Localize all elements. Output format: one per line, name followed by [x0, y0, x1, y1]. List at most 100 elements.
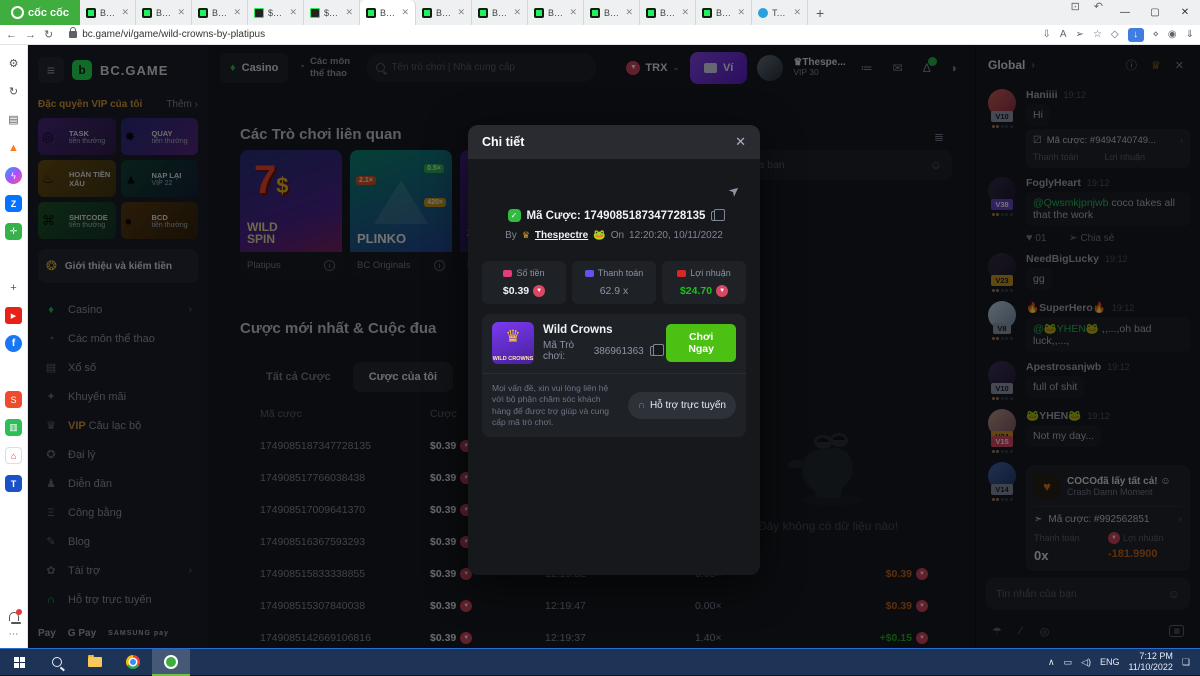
- tab-close-icon[interactable]: ✕: [457, 7, 465, 18]
- tab-close-icon[interactable]: ✕: [289, 7, 297, 18]
- reading-list-icon[interactable]: ▤: [5, 111, 22, 128]
- tab-close-icon[interactable]: ✕: [513, 7, 521, 18]
- taskbar-clock[interactable]: 7:12 PM 11/10/2022: [1129, 651, 1173, 674]
- notification-center-icon[interactable]: ❏: [1182, 657, 1190, 668]
- language-indicator[interactable]: ENG: [1100, 657, 1120, 667]
- bet-stat: Lợi nhuận $24.70▼: [662, 261, 746, 304]
- address-bar[interactable]: bc.game/vi/game/wild-crowns-by-platipus: [61, 29, 1034, 40]
- browser-tab[interactable]: BC.Game ✕: [80, 0, 136, 25]
- browser-toolbar: ← → ↻ bc.game/vi/game/wild-crowns-by-pla…: [0, 25, 1200, 45]
- tiki-icon[interactable]: T: [5, 475, 22, 492]
- messenger-icon[interactable]: ϟ: [5, 167, 22, 184]
- browser-tab[interactable]: $4.000 T ✕: [304, 0, 360, 25]
- add-shortcut-icon[interactable]: +: [5, 279, 22, 296]
- tab-close-icon[interactable]: ✕: [793, 7, 801, 18]
- stat-icon: [585, 270, 594, 277]
- chrome-button[interactable]: [114, 649, 152, 676]
- tab-favicon: [758, 8, 768, 18]
- browser-tab-strip: cốc cốc BC.Game ✕ BC.G ◄) ✕ BC.Game ✕: [0, 0, 1200, 25]
- browser-tab[interactable]: BC.Game ✕: [528, 0, 584, 25]
- window-restore-button[interactable]: ▢: [1140, 0, 1170, 25]
- coccoc-clock-icon: [11, 6, 24, 19]
- education-icon[interactable]: ⌂: [5, 447, 22, 464]
- bookmark-star-icon[interactable]: ☆: [1093, 29, 1102, 40]
- share-icon[interactable]: ➢: [1076, 29, 1084, 40]
- translate-icon[interactable]: A: [1060, 29, 1067, 40]
- app-green-icon[interactable]: ▥: [5, 419, 22, 436]
- browser-tab[interactable]: BC.Game ✕: [360, 0, 416, 25]
- extensions-icon[interactable]: ⋄: [1153, 29, 1159, 40]
- game-thumbnail[interactable]: ♛WILD CROWNS: [492, 322, 534, 364]
- url-text: bc.game/vi/game/wild-crowns-by-platipus: [82, 29, 265, 40]
- copy-icon[interactable]: [650, 346, 658, 356]
- forward-icon[interactable]: →: [25, 29, 36, 41]
- history-icon[interactable]: ↻: [5, 83, 22, 100]
- tab-close-icon[interactable]: ✕: [625, 7, 633, 18]
- start-button[interactable]: [0, 649, 38, 676]
- modal-close-icon[interactable]: ✕: [735, 134, 746, 150]
- profile-icon[interactable]: ◉: [1168, 29, 1177, 40]
- volume-icon[interactable]: ◁): [1081, 657, 1091, 668]
- games-icon[interactable]: ✛: [5, 223, 22, 240]
- adblock-shield-icon[interactable]: ◇: [1111, 29, 1119, 40]
- tab-favicon: [86, 8, 96, 18]
- tab-close-icon[interactable]: ✕: [345, 7, 353, 18]
- network-icon[interactable]: ▭: [1064, 657, 1073, 668]
- hot-trends-icon[interactable]: ▲: [5, 139, 22, 156]
- lock-icon: [69, 31, 77, 38]
- shopee-icon[interactable]: S: [5, 391, 22, 408]
- tray-chevron-icon[interactable]: ∧: [1048, 657, 1055, 668]
- stat-icon: [503, 270, 512, 277]
- file-explorer-button[interactable]: [76, 649, 114, 676]
- copy-icon[interactable]: [711, 211, 720, 221]
- tab-close-icon[interactable]: ✕: [401, 7, 409, 18]
- back-icon[interactable]: ←: [6, 29, 17, 41]
- tab-close-icon[interactable]: ✕: [737, 7, 745, 18]
- bet-owner-link[interactable]: Thespectre: [535, 230, 588, 241]
- tab-favicon: [702, 8, 712, 18]
- refresh-icon[interactable]: ↻: [44, 28, 53, 41]
- tab-close-icon[interactable]: ✕: [233, 7, 241, 18]
- browser-tab[interactable]: BC.Game ✕: [584, 0, 640, 25]
- browser-tab[interactable]: BC.Game ✕: [640, 0, 696, 25]
- save-page-icon[interactable]: ⇩: [1042, 29, 1050, 40]
- live-support-button[interactable]: ∩Hỗ trợ trực tuyến: [628, 392, 736, 419]
- divider[interactable]: [5, 251, 22, 268]
- coccoc-browser-logo[interactable]: cốc cốc: [0, 0, 80, 25]
- new-tab-button[interactable]: +: [808, 5, 832, 21]
- window-minimize-button[interactable]: —: [1110, 0, 1140, 25]
- play-now-button[interactable]: Chơi Ngay: [666, 324, 736, 362]
- settings-icon[interactable]: ⚙: [5, 55, 22, 72]
- tab-search-icon[interactable]: ⊡: [1064, 0, 1087, 25]
- browser-tab[interactable]: BC.Game ✕: [192, 0, 248, 25]
- browser-tab[interactable]: BC.Game ✕: [696, 0, 752, 25]
- tab-close-icon[interactable]: ✕: [177, 7, 185, 18]
- browser-tab[interactable]: BC.G ◄) ✕: [136, 0, 192, 25]
- youtube-icon[interactable]: ▶: [5, 307, 22, 324]
- downloads-icon[interactable]: ⇓: [1186, 29, 1194, 40]
- tab-close-icon[interactable]: ✕: [569, 7, 577, 18]
- bet-datetime: 12:20:20, 10/11/2022: [629, 230, 723, 241]
- browser-tab[interactable]: BC.Game ✕: [416, 0, 472, 25]
- download-active-icon[interactable]: ↓: [1128, 28, 1144, 42]
- trx-coin-icon: ▼: [716, 285, 728, 297]
- browser-tab[interactable]: BC.Game ✕: [472, 0, 528, 25]
- taskbar-search-button[interactable]: [38, 649, 76, 676]
- browser-tab[interactable]: Telegram ✕: [752, 0, 808, 25]
- game-id: 386961363: [594, 346, 644, 357]
- window-close-button[interactable]: ✕: [1170, 0, 1200, 25]
- browser-tab[interactable]: $4,000 T ✕: [248, 0, 304, 25]
- tab-close-icon[interactable]: ✕: [681, 7, 689, 18]
- zalo-icon[interactable]: Z: [5, 195, 22, 212]
- windows-taskbar: ∧ ▭ ◁) ENG 7:12 PM 11/10/2022 ❏: [0, 648, 1200, 675]
- sidebar-more-icon[interactable]: ⋯: [9, 629, 19, 640]
- tab-favicon: [646, 8, 656, 18]
- divider[interactable]: [5, 363, 22, 380]
- recent-tabs-icon[interactable]: ↶: [1087, 0, 1110, 25]
- facebook-icon[interactable]: f: [5, 335, 22, 352]
- coccoc-button[interactable]: [152, 649, 190, 676]
- tab-favicon: [422, 8, 432, 18]
- notifications-bell-icon[interactable]: [9, 612, 19, 621]
- tab-close-icon[interactable]: ✕: [121, 7, 129, 18]
- share-icon[interactable]: ➤: [725, 181, 744, 200]
